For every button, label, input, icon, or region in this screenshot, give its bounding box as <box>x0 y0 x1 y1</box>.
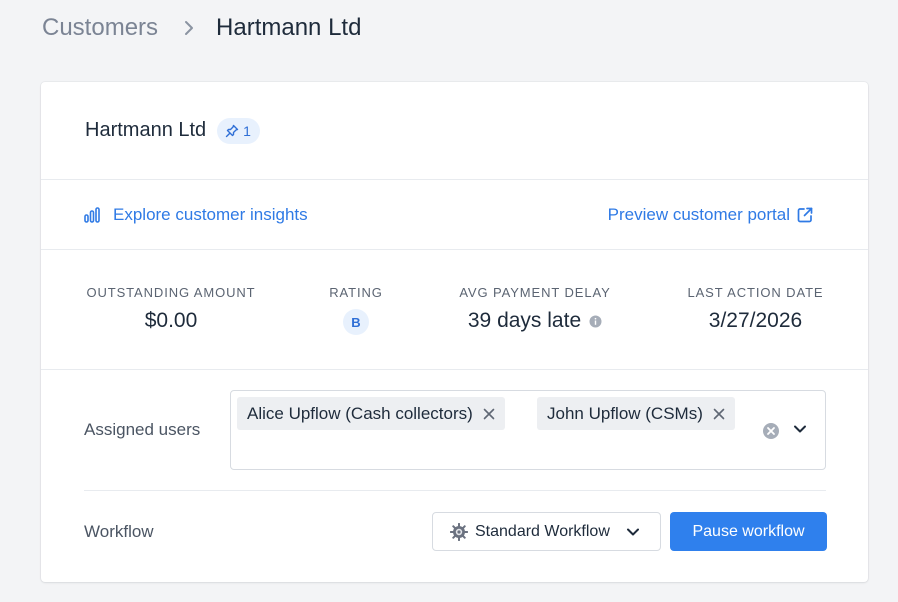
stat-outstanding: OUTSTANDING AMOUNT $0.00 <box>85 285 257 333</box>
user-chip-label: John Upflow (CSMs) <box>547 403 703 423</box>
breadcrumb: Customers Hartmann Ltd <box>42 10 361 46</box>
stats-row: OUTSTANDING AMOUNT $0.00 RATING B AVG PA… <box>41 250 868 370</box>
pin-count: 1 <box>243 122 251 139</box>
pause-workflow-button[interactable]: Pause workflow <box>670 512 827 551</box>
user-chip: Alice Upflow (Cash collectors) <box>237 397 505 430</box>
preview-portal-link[interactable]: Preview customer portal <box>608 205 814 225</box>
chevron-down-icon[interactable] <box>793 424 807 434</box>
avg-delay-label: AVG PAYMENT DELAY <box>459 285 611 300</box>
bar-chart-icon <box>84 206 103 223</box>
preview-portal-label: Preview customer portal <box>607 204 790 224</box>
close-icon[interactable] <box>713 408 725 420</box>
outstanding-label: OUTSTANDING AMOUNT <box>86 285 256 300</box>
stat-avg-delay: AVG PAYMENT DELAY 39 days late <box>450 285 620 333</box>
workflow-select-value: Standard Workflow <box>475 522 610 540</box>
assigned-users-label: Assigned users <box>84 420 201 439</box>
outstanding-value: $0.00 <box>144 309 198 332</box>
customer-name: Hartmann Ltd <box>85 119 207 141</box>
gear-icon <box>449 522 469 542</box>
external-link-icon <box>796 206 814 224</box>
rating-label: RATING <box>329 285 383 300</box>
last-action-value: 3/27/2026 <box>708 309 803 332</box>
links-row: Explore customer insights Preview custom… <box>41 180 868 250</box>
workflow-row: Workflow Standard Workflow Pause workflo… <box>41 491 868 582</box>
pin-badge[interactable]: 1 <box>217 117 260 144</box>
user-chip-label: Alice Upflow (Cash collectors) <box>247 403 473 423</box>
breadcrumb-current: Hartmann Ltd <box>216 14 362 41</box>
rating-badge: B <box>343 309 369 335</box>
avg-delay-text: 39 days late <box>467 309 582 332</box>
customer-card: Hartmann Ltd 1 Explore customer insights <box>41 82 868 582</box>
close-icon[interactable] <box>483 408 495 420</box>
card-header: Hartmann Ltd 1 <box>41 82 868 180</box>
explore-insights-link[interactable]: Explore customer insights <box>84 205 308 225</box>
avg-delay-value: 39 days late <box>468 309 602 333</box>
assigned-users-row: Assigned users Alice Upflow (Cash collec… <box>41 370 868 491</box>
chevron-down-icon <box>626 527 640 537</box>
stat-rating: RATING B <box>316 285 396 335</box>
assigned-users-select[interactable]: Alice Upflow (Cash collectors) John Upfl… <box>230 390 826 470</box>
info-icon[interactable] <box>589 315 602 328</box>
clear-circle-icon[interactable] <box>762 422 780 440</box>
stat-last-action: LAST ACTION DATE 3/27/2026 <box>684 285 827 333</box>
workflow-label: Workflow <box>84 522 154 541</box>
breadcrumb-customers-link[interactable]: Customers <box>42 14 158 42</box>
chevron-right-icon <box>184 20 194 36</box>
explore-insights-label: Explore customer insights <box>113 204 308 224</box>
last-action-label: LAST ACTION DATE <box>687 285 824 300</box>
user-chip: John Upflow (CSMs) <box>537 397 735 430</box>
workflow-select[interactable]: Standard Workflow <box>432 512 661 551</box>
pin-icon <box>225 124 239 138</box>
